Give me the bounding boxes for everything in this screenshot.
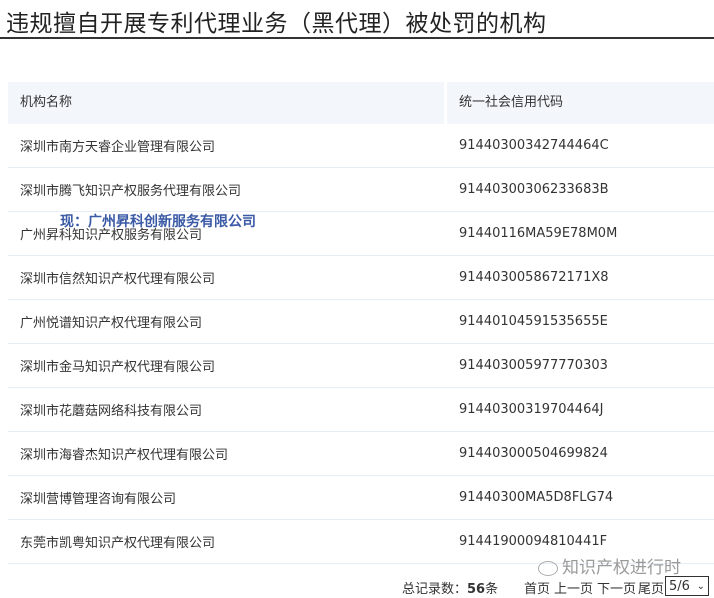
institution-name: 广州悦谱知识产权代理有限公司 xyxy=(20,316,203,331)
next-page-link[interactable]: 下一页 xyxy=(597,578,636,597)
table-row: 深圳营博管理咨询有限公司 91440300MA5D8FLG74 xyxy=(8,476,714,520)
table-row: 深圳市花蘑菇网络科技有限公司 91440300319704464J xyxy=(8,388,714,432)
credit-code: 91440300319704464J xyxy=(459,402,604,417)
table-row: 深圳市海睿杰知识产权代理有限公司 914403000504699824 xyxy=(8,432,714,476)
header-code: 统一社会信用代码 xyxy=(447,82,714,124)
total-records: 总记录数：56条 xyxy=(402,578,498,597)
watermark-text: 知识产权进行时 xyxy=(562,558,681,578)
table-row: 深圳市信然知识产权代理有限公司 9144030058672171X8 xyxy=(8,256,714,300)
page-select[interactable]: 5/6 ⌄ xyxy=(665,576,709,596)
credit-code: 91440300306233683B xyxy=(459,182,609,197)
watermark: 知识产权进行时 xyxy=(538,553,681,578)
credit-code: 91441900094810441F xyxy=(459,534,608,549)
total-unit: 条 xyxy=(485,582,499,597)
table-row: 深圳市腾飞知识产权服务代理有限公司 91440300306233683B xyxy=(8,168,714,212)
last-page-link[interactable]: 尾页 xyxy=(638,578,664,597)
credit-code: 914403005977770303 xyxy=(459,358,608,373)
institution-name: 深圳市金马知识产权代理有限公司 xyxy=(20,360,216,375)
prev-page-link[interactable]: 上一页 xyxy=(554,578,593,597)
total-count: 56 xyxy=(467,582,486,597)
pagination-footer: 总记录数：56条 首页 上一页 下一页 尾页 5/6 ⌄ xyxy=(0,576,714,598)
credit-code: 91440104591535655E xyxy=(459,314,608,329)
wechat-icon xyxy=(538,560,558,576)
credit-code: 914403000504699824 xyxy=(459,446,608,461)
credit-code: 91440300342744464C xyxy=(459,138,609,153)
institution-name: 深圳市南方天睿企业管理有限公司 xyxy=(20,140,216,155)
page-select-value: 5/6 xyxy=(669,579,690,594)
table-header: 机构名称 统一社会信用代码 xyxy=(8,82,714,124)
header-name: 机构名称 xyxy=(8,82,444,124)
institution-name: 东莞市凯粤知识产权代理有限公司 xyxy=(20,536,216,551)
first-page-link[interactable]: 首页 xyxy=(524,578,550,597)
chevron-down-icon: ⌄ xyxy=(696,581,705,592)
table-row: 广州悦谱知识产权代理有限公司 91440104591535655E xyxy=(8,300,714,344)
institution-name: 深圳市信然知识产权代理有限公司 xyxy=(20,272,216,287)
credit-code: 91440116MA59E78M0M xyxy=(459,226,618,241)
institution-name: 深圳市花蘑菇网络科技有限公司 xyxy=(20,404,203,419)
institution-name: 深圳市海睿杰知识产权代理有限公司 xyxy=(20,448,229,463)
table-row: 深圳市金马知识产权代理有限公司 914403005977770303 xyxy=(8,344,714,388)
title-divider xyxy=(0,37,714,39)
institution-name: 深圳营博管理咨询有限公司 xyxy=(20,492,177,507)
credit-code: 91440300MA5D8FLG74 xyxy=(459,490,614,505)
total-label: 总记录数： xyxy=(402,582,468,597)
credit-code: 9144030058672171X8 xyxy=(459,270,609,285)
institution-name: 深圳市腾飞知识产权服务代理有限公司 xyxy=(20,184,242,199)
institutions-table: 机构名称 统一社会信用代码 深圳市南方天睿企业管理有限公司 91440300342… xyxy=(8,82,714,564)
page-title: 违规擅自开展专利代理业务（黑代理）被处罚的机构 xyxy=(6,11,547,37)
table-row: 深圳市南方天睿企业管理有限公司 91440300342744464C xyxy=(8,124,714,168)
handwritten-annotation: 现：广州昇科创新服务有限公司 xyxy=(60,214,256,230)
